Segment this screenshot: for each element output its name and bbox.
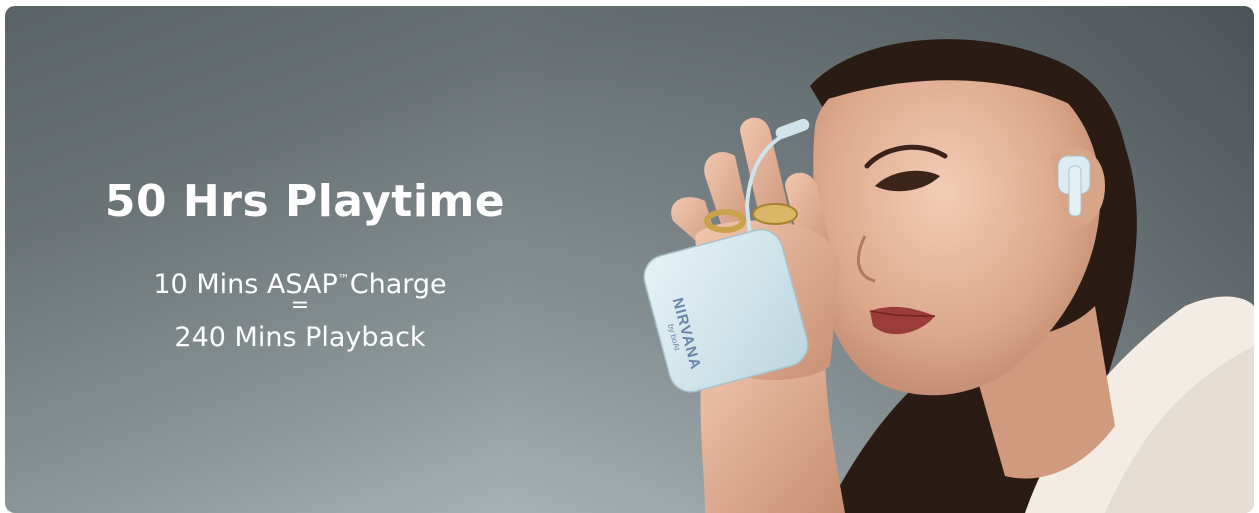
hero-copy: 50 Hrs Playtime 10 Mins ASAP™Charge = 24…: [5, 6, 605, 513]
equals-sign: =: [290, 293, 310, 318]
headline: 50 Hrs Playtime: [104, 176, 506, 227]
product-banner[interactable]: NIRVANA by boAt 50 Hrs Playtime 10 Mins …: [5, 6, 1254, 513]
trademark-symbol: ™: [337, 272, 350, 286]
playback-line: 240 Mins Playback: [174, 322, 426, 353]
